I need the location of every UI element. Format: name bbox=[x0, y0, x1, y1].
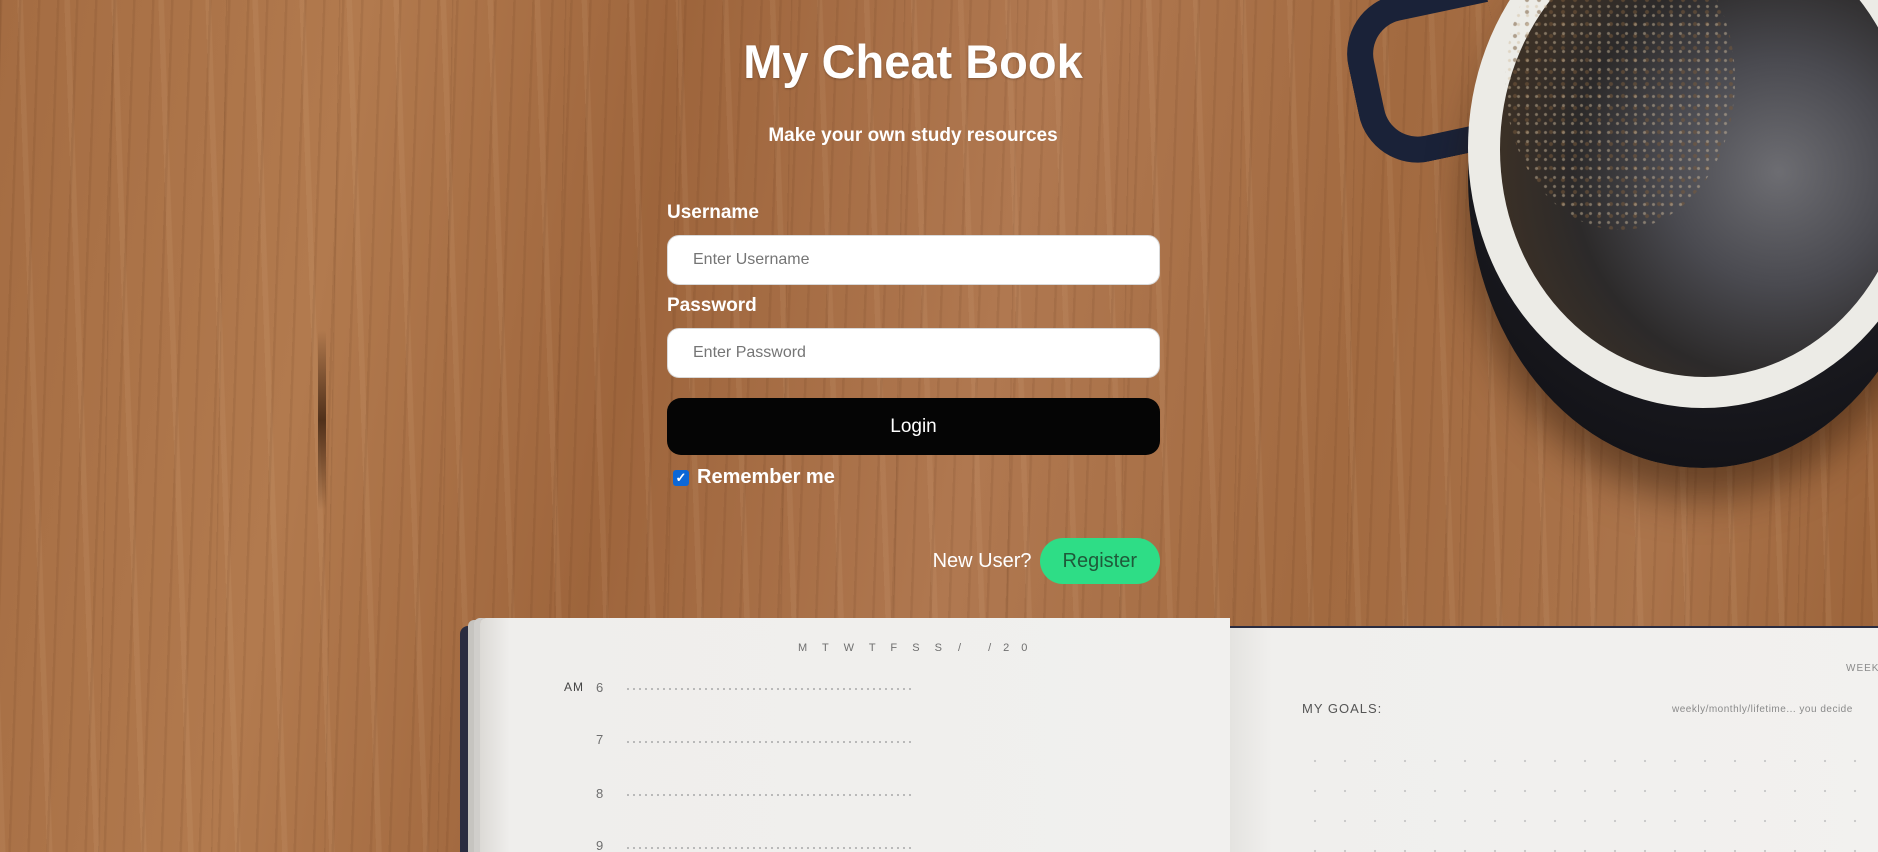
remember-me-row[interactable]: ✓ Remember me bbox=[673, 466, 835, 489]
page-title: My Cheat Book bbox=[743, 35, 1083, 88]
notebook-date: / /20 bbox=[958, 642, 1040, 654]
notebook-right-page: MY GOALS: weekly/monthly/lifetime... you… bbox=[1230, 628, 1878, 852]
notebook-hour: 7 bbox=[596, 732, 605, 747]
notebook-am-label: AM bbox=[564, 680, 584, 694]
remember-me-checkbox[interactable]: ✓ bbox=[673, 469, 689, 486]
register-button[interactable]: Register bbox=[1039, 538, 1160, 584]
notebook-dotted-line bbox=[625, 847, 915, 849]
notebook-hour: 6 bbox=[596, 680, 605, 695]
register-row: New User? Register bbox=[933, 538, 1160, 584]
checkmark-icon: ✓ bbox=[675, 470, 687, 485]
notebook-hour: 8 bbox=[596, 786, 605, 801]
notebook-goals-hint: weekly/monthly/lifetime... you decide bbox=[1672, 704, 1853, 715]
page-subtitle: Make your own study resources bbox=[768, 125, 1058, 146]
notebook-goals-heading: MY GOALS: bbox=[1302, 701, 1383, 716]
wood-grain bbox=[318, 330, 326, 510]
login-button[interactable]: Login bbox=[667, 398, 1160, 455]
notebook-dotted-line bbox=[625, 741, 915, 743]
notebook-dotted-line bbox=[625, 688, 915, 690]
username-input[interactable] bbox=[667, 235, 1160, 285]
notebook-weekdays: M T W T F S S bbox=[798, 642, 948, 654]
remember-me-label[interactable]: Remember me bbox=[697, 466, 835, 489]
notebook-dotted-line bbox=[625, 794, 915, 796]
username-label: Username bbox=[667, 202, 759, 223]
notebook-dot-grid bbox=[1300, 746, 1878, 852]
notebook-left-page: M T W T F S S / /20 AM 6 7 8 9 bbox=[480, 618, 1230, 852]
page-background: M T W T F S S / /20 AM 6 7 8 9 MY GOALS:… bbox=[0, 0, 1878, 852]
notebook-week-label: WEEK bbox=[1846, 663, 1878, 674]
password-label: Password bbox=[667, 295, 757, 316]
new-user-text: New User? bbox=[932, 549, 1032, 572]
password-input[interactable] bbox=[667, 328, 1160, 378]
notebook-hour: 9 bbox=[596, 838, 605, 852]
